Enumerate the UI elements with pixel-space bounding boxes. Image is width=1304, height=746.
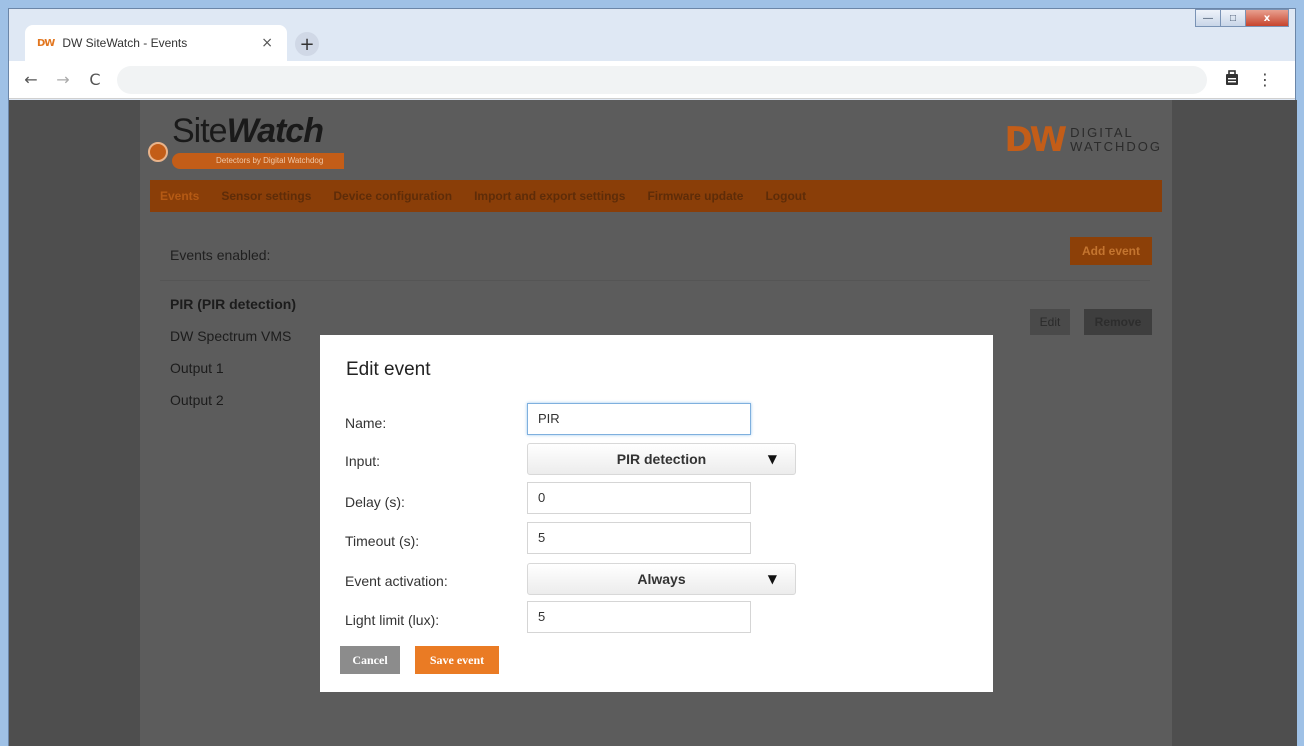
input-label: Input: <box>345 453 381 469</box>
nav-events[interactable]: Events <box>160 189 199 203</box>
delay-label: Delay (s): <box>345 494 405 510</box>
timeout-label: Timeout (s): <box>345 533 420 549</box>
light-limit-label: Light limit (lux): <box>345 612 440 628</box>
dw-wordmark: DIGITAL WATCHDOG <box>1070 125 1162 154</box>
reload-icon[interactable]: C <box>85 70 105 89</box>
remove-event-button[interactable]: Remove <box>1084 309 1152 335</box>
event-item: PIR (PIR detection) DW Spectrum VMS Outp… <box>170 296 296 408</box>
nav-firmware-update[interactable]: Firmware update <box>647 189 743 203</box>
input-select[interactable]: PIR detection ▼ <box>527 443 796 475</box>
divider <box>160 280 1150 281</box>
favicon-icon: DW <box>37 37 55 49</box>
forward-arrow-icon[interactable]: → <box>53 70 73 89</box>
name-label: Name: <box>345 415 387 431</box>
digital-watchdog-logo: DW DIGITAL WATCHDOG <box>1004 120 1162 160</box>
add-event-button[interactable]: Add event <box>1070 237 1152 265</box>
nav-sensor-settings[interactable]: Sensor settings <box>221 189 311 203</box>
sitewatch-logo: SiteWatch Detectors by Digital Watchdog <box>172 112 344 169</box>
browser-menu-icon[interactable]: ⋮ <box>1257 70 1273 89</box>
edit-event-button[interactable]: Edit <box>1030 309 1070 335</box>
tab-title: DW SiteWatch - Events <box>62 36 188 50</box>
event-action: Output 1 <box>170 360 224 376</box>
back-arrow-icon[interactable]: ← <box>21 70 41 89</box>
nav-logout[interactable]: Logout <box>765 189 806 203</box>
save-event-button[interactable]: Save event <box>415 646 499 674</box>
tab-close-icon[interactable]: × <box>261 35 273 51</box>
address-bar[interactable] <box>117 65 1207 94</box>
logo-badge-icon <box>148 142 168 162</box>
logo-tagline: Detectors by Digital Watchdog <box>172 153 344 169</box>
light-limit-input[interactable]: 5 <box>527 601 751 633</box>
browser-toolbar: ← → C ⋮ <box>9 61 1295 99</box>
logo-text: SiteWatch <box>172 112 324 150</box>
name-input[interactable]: PIR <box>527 403 751 435</box>
activation-label: Event activation: <box>345 573 448 589</box>
browser-window: — □ x DW DW SiteWatch - Events × + ← → C… <box>8 8 1297 746</box>
edit-event-dialog: Edit event Name: PIR Input: PIR detectio… <box>320 335 993 692</box>
briefcase-icon[interactable] <box>1225 69 1239 90</box>
event-action: Output 2 <box>170 392 224 408</box>
dialog-title: Edit event <box>346 359 431 380</box>
caret-down-icon: ▼ <box>767 572 777 586</box>
browser-tab[interactable]: DW DW SiteWatch - Events × <box>25 25 287 61</box>
new-tab-button[interactable]: + <box>295 32 319 56</box>
event-title: PIR (PIR detection) <box>170 296 297 312</box>
delay-input[interactable]: 0 <box>527 482 751 514</box>
activation-select[interactable]: Always ▼ <box>527 563 796 595</box>
events-enabled-label: Events enabled: <box>170 247 271 263</box>
activation-select-value: Always <box>637 571 686 587</box>
caret-down-icon: ▼ <box>767 452 777 466</box>
event-action: DW Spectrum VMS <box>170 328 292 344</box>
dw-mark: DW <box>1004 120 1067 160</box>
main-nav: Events Sensor settings Device configurat… <box>150 180 1162 212</box>
nav-import-export[interactable]: Import and export settings <box>474 189 625 203</box>
page-viewport: SiteWatch Detectors by Digital Watchdog … <box>9 100 1297 746</box>
tab-strip: DW DW SiteWatch - Events × + <box>9 9 1295 61</box>
input-select-value: PIR detection <box>616 451 707 467</box>
nav-device-configuration[interactable]: Device configuration <box>333 189 452 203</box>
cancel-button[interactable]: Cancel <box>340 646 400 674</box>
timeout-input[interactable]: 5 <box>527 522 751 554</box>
